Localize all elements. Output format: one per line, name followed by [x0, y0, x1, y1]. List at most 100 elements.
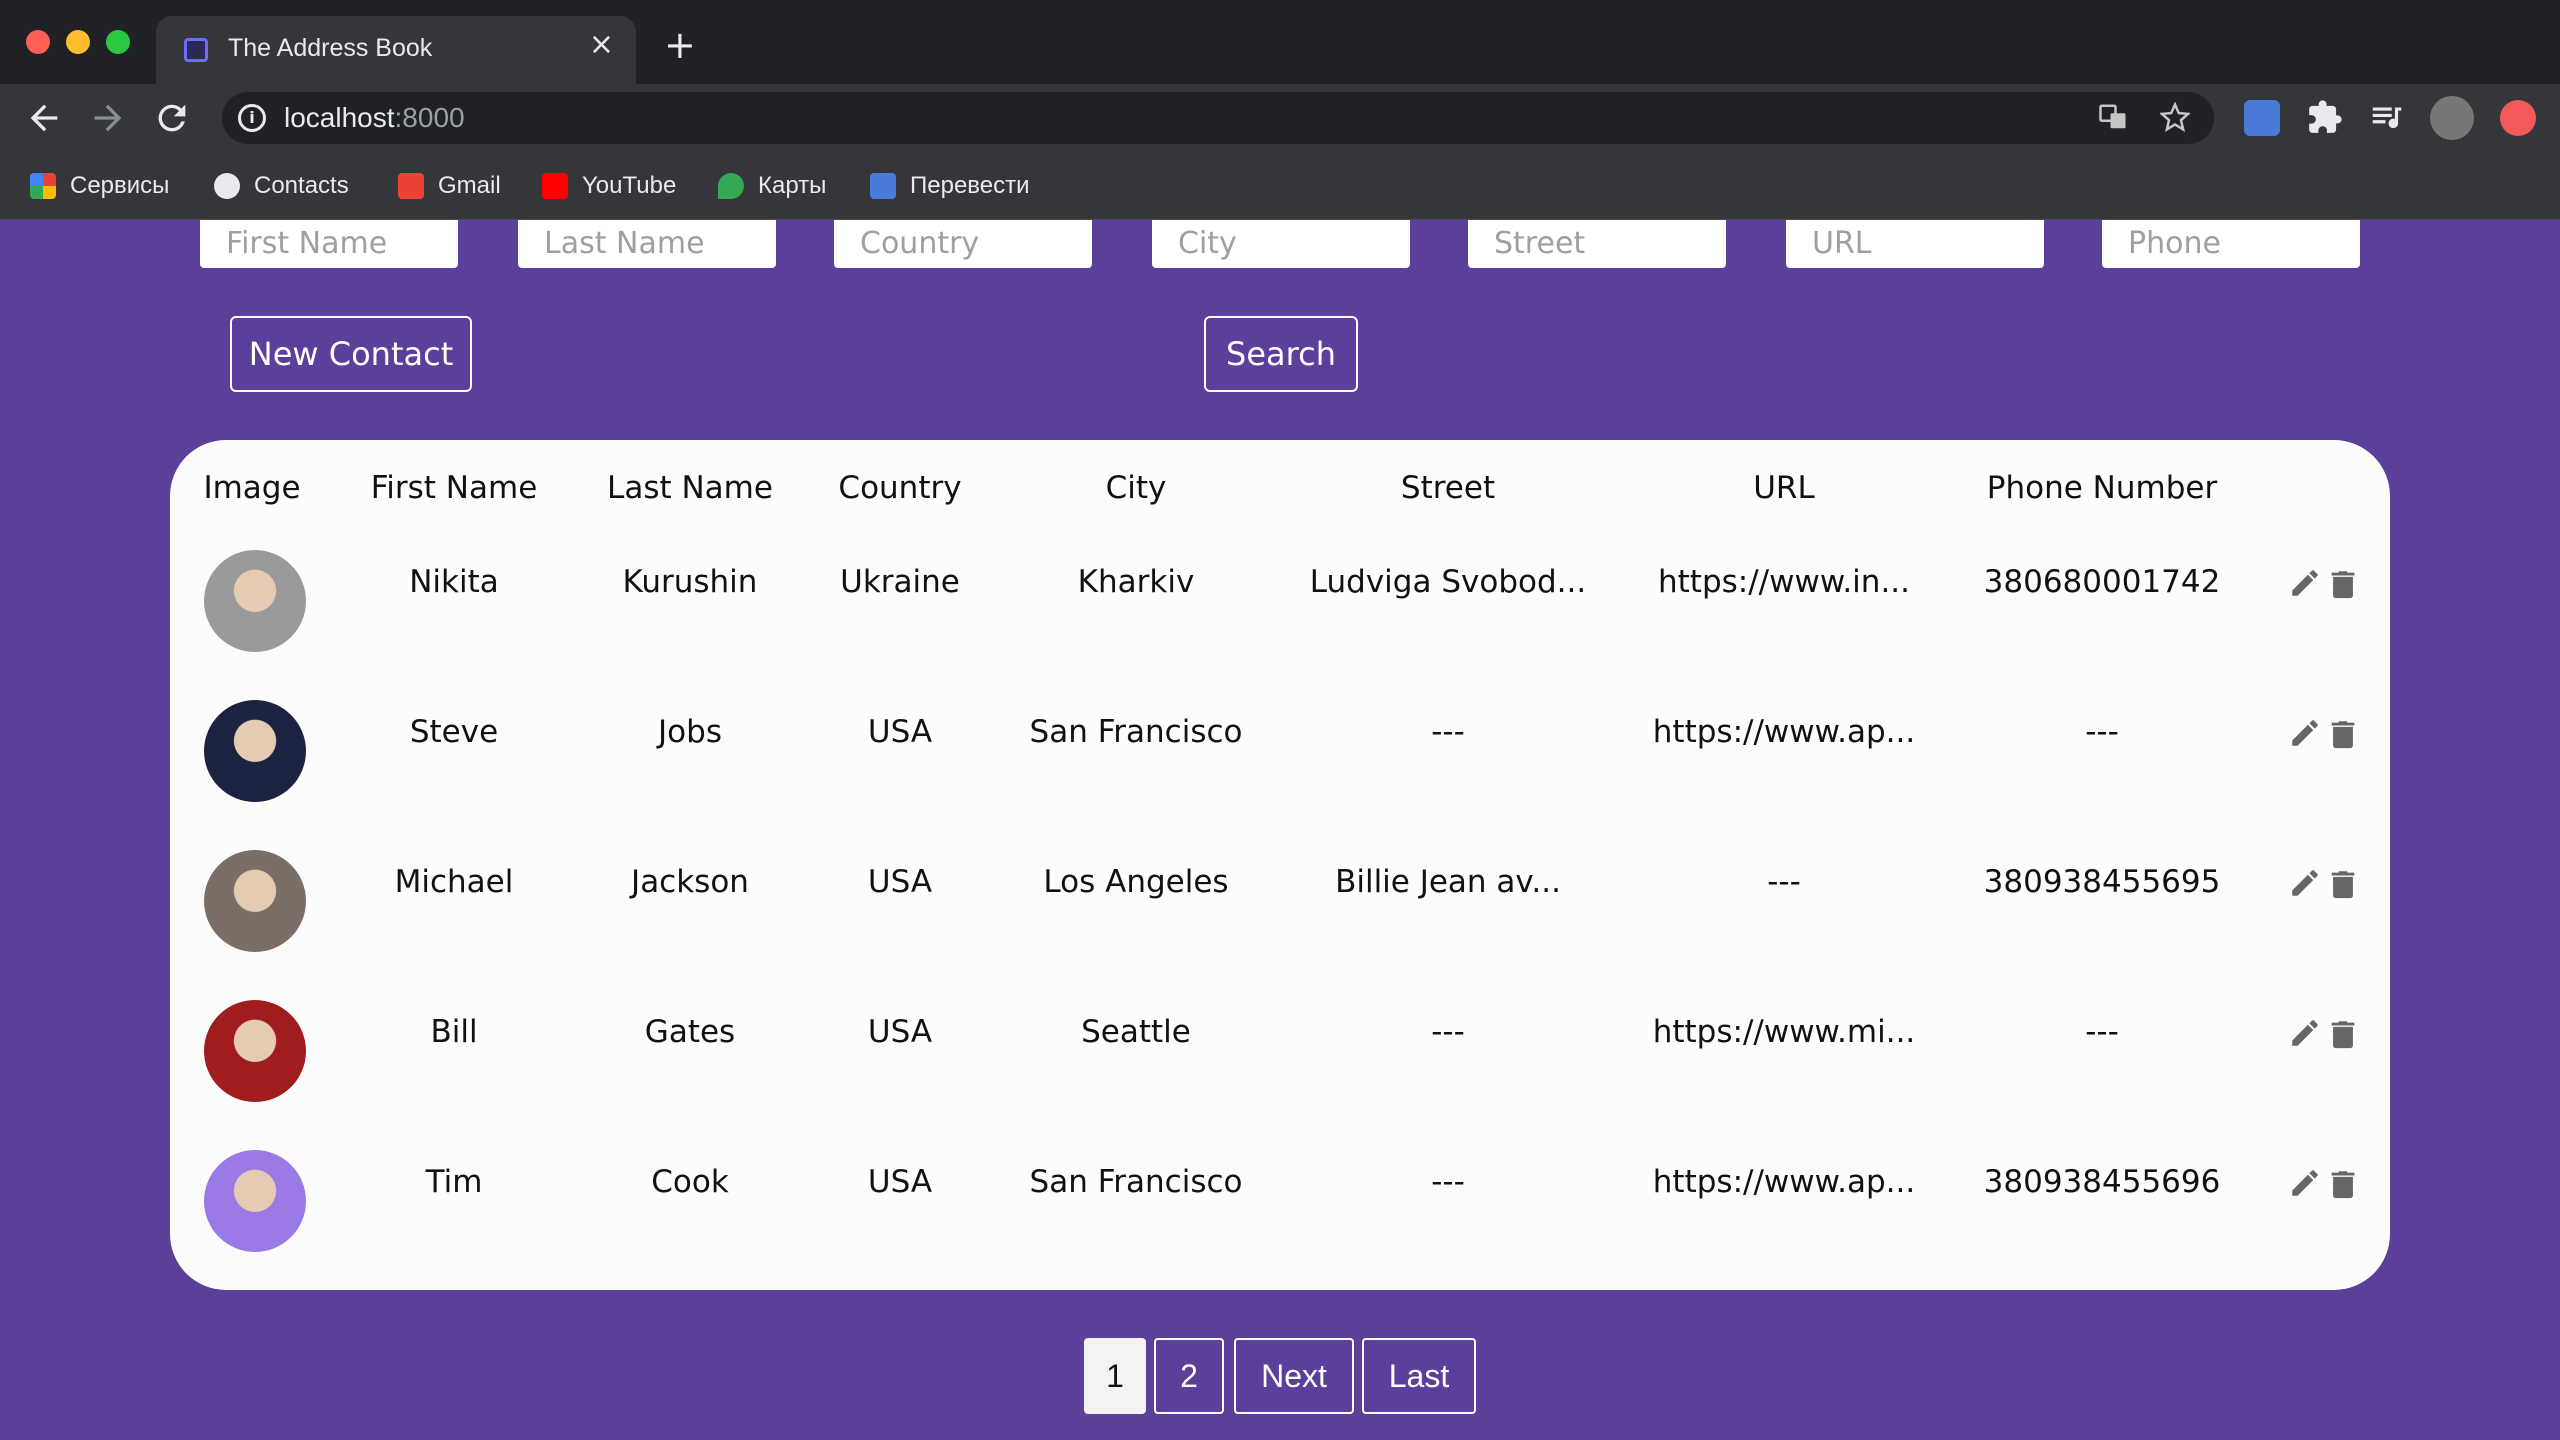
cell-first-name: Michael	[394, 864, 514, 900]
street-input[interactable]	[1470, 220, 1724, 266]
forward-button[interactable]	[88, 98, 128, 138]
header-last-name: Last Name	[607, 470, 773, 506]
bookmark-maps[interactable]: Карты	[718, 168, 826, 204]
edit-pencil-icon[interactable]	[2288, 866, 2322, 902]
tab-favicon-icon	[184, 38, 208, 62]
new-contact-button[interactable]: New Contact	[230, 316, 472, 392]
extensions-puzzle-icon[interactable]	[2306, 98, 2344, 140]
page-1-button[interactable]: 1	[1084, 1338, 1146, 1414]
phone-input[interactable]	[2104, 220, 2358, 266]
cell-street: ---	[1431, 714, 1465, 750]
delete-trash-icon[interactable]	[2326, 1016, 2360, 1052]
edit-pencil-icon[interactable]	[2288, 1016, 2322, 1052]
header-url: URL	[1753, 470, 1815, 506]
reading-list-icon[interactable]	[2368, 98, 2406, 140]
search-button[interactable]: Search	[1204, 316, 1358, 392]
maps-icon	[718, 173, 744, 199]
cell-country: USA	[867, 864, 933, 900]
cell-phone: 380938455696	[1983, 1164, 2221, 1200]
bookmark-services[interactable]: Сервисы	[30, 168, 169, 204]
first-name-field[interactable]	[200, 220, 458, 268]
last-name-field[interactable]	[518, 220, 776, 268]
cell-first-name: Bill	[430, 1014, 478, 1050]
edit-pencil-icon[interactable]	[2288, 566, 2322, 602]
table-row: Tim Cook USA San Francisco --- https://www.ap…	[170, 1150, 2390, 1284]
address-bar[interactable]: i localhost:8000	[222, 92, 2214, 144]
table-row: Michael Jackson USA Los Angeles Billie Jean …	[170, 850, 2390, 984]
update-indicator-icon[interactable]	[2500, 100, 2536, 136]
cell-last-name: Cook	[651, 1164, 729, 1200]
city-input[interactable]	[1154, 220, 1408, 266]
reload-button[interactable]	[152, 98, 192, 138]
first-name-input[interactable]	[202, 220, 456, 266]
contacts-table: Image First Name Last Name Country City …	[170, 440, 2390, 1290]
browser-tab[interactable]: The Address Book ×	[156, 16, 636, 84]
page-2-button[interactable]: 2	[1154, 1338, 1224, 1414]
edit-pencil-icon[interactable]	[2288, 716, 2322, 752]
phone-field[interactable]	[2102, 220, 2360, 268]
cell-first-name: Tim	[425, 1164, 483, 1200]
cell-street: ---	[1431, 1014, 1465, 1050]
bookmark-contacts[interactable]: Contacts	[214, 168, 349, 204]
profile-avatar[interactable]	[2430, 96, 2474, 140]
cell-url: https://www.mi...	[1652, 1014, 1916, 1050]
bookmark-gmail[interactable]: Gmail	[398, 168, 501, 204]
city-field[interactable]	[1152, 220, 1410, 268]
translate-page-icon[interactable]	[2098, 102, 2128, 139]
header-city: City	[1105, 470, 1167, 506]
close-window-button[interactable]	[26, 30, 50, 54]
delete-trash-icon[interactable]	[2326, 1166, 2360, 1202]
table-row: Bill Gates USA Seattle --- https://www.mi... -…	[170, 1000, 2390, 1134]
table-row: Nikita Kurushin Ukraine Kharkiv Ludviga Svob…	[170, 550, 2390, 684]
edit-pencil-icon[interactable]	[2288, 1166, 2322, 1202]
cell-country: USA	[867, 714, 933, 750]
avatar	[204, 1000, 306, 1102]
minimize-window-button[interactable]	[66, 30, 90, 54]
maximize-window-button[interactable]	[106, 30, 130, 54]
url-field[interactable]	[1786, 220, 2044, 268]
bookmark-star-icon[interactable]	[2158, 101, 2192, 139]
last-page-button[interactable]: Last	[1362, 1338, 1476, 1414]
header-street: Street	[1400, 470, 1496, 506]
delete-trash-icon[interactable]	[2326, 866, 2360, 902]
back-arrow-icon	[30, 104, 58, 132]
site-info-icon[interactable]: i	[238, 104, 266, 132]
street-field[interactable]	[1468, 220, 1726, 268]
cell-city: Kharkiv	[1077, 564, 1195, 600]
google-translate-extension-icon[interactable]	[2244, 100, 2280, 136]
bookmark-label: Карты	[758, 172, 827, 199]
url-input[interactable]	[1788, 220, 2042, 266]
page-content: New Contact Search Image First Name Last…	[0, 220, 2560, 1440]
delete-trash-icon[interactable]	[2326, 716, 2360, 752]
new-tab-button[interactable]: +	[664, 26, 696, 64]
cell-last-name: Kurushin	[622, 564, 758, 600]
back-button[interactable]	[24, 98, 64, 138]
delete-trash-icon[interactable]	[2326, 566, 2360, 602]
cell-last-name: Gates	[644, 1014, 736, 1050]
cell-last-name: Jobs	[658, 714, 722, 750]
cell-country: USA	[867, 1164, 933, 1200]
tab-close-icon[interactable]: ×	[589, 30, 614, 60]
last-name-input[interactable]	[520, 220, 774, 266]
apps-grid-icon	[30, 173, 56, 199]
bookmark-label: Перевести	[910, 172, 1030, 199]
country-field[interactable]	[834, 220, 1092, 268]
browser-toolbar: i localhost:8000	[0, 84, 2560, 152]
forward-arrow-icon	[94, 104, 122, 132]
cell-phone: 380680001742	[1983, 564, 2221, 600]
country-input[interactable]	[836, 220, 1090, 266]
bookmark-label: YouTube	[582, 172, 677, 199]
bookmark-youtube[interactable]: YouTube	[542, 168, 676, 204]
cell-phone: ---	[2085, 714, 2119, 750]
next-page-button[interactable]: Next	[1234, 1338, 1354, 1414]
avatar	[204, 550, 306, 652]
cell-city: Seattle	[1081, 1014, 1191, 1050]
cell-phone: ---	[2085, 1014, 2119, 1050]
bookmark-translate[interactable]: Перевести	[870, 168, 1030, 204]
cell-country: Ukraine	[840, 564, 960, 600]
header-image: Image	[203, 470, 301, 506]
cell-first-name: Nikita	[409, 564, 499, 600]
cell-city: Los Angeles	[1043, 864, 1229, 900]
tab-title: The Address Book	[228, 34, 433, 62]
address-url[interactable]: localhost:8000	[284, 102, 465, 134]
